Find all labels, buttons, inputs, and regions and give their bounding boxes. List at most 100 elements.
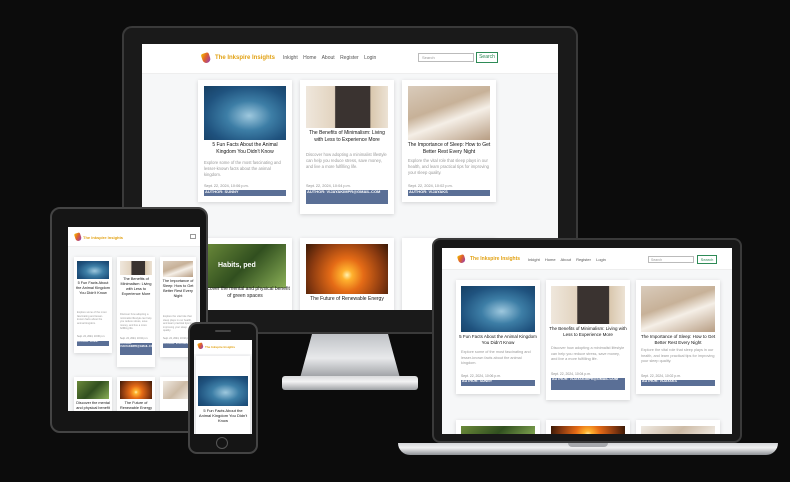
post-card[interactable]: 5 Fun Facts About the Animal Kingdom You…	[196, 356, 250, 434]
post-author[interactable]: AUTHOR: VIJAYAKS	[408, 190, 490, 196]
post-image	[461, 426, 535, 434]
phone-screen: The Inkspire Insights 5 Fun Facts About …	[194, 340, 252, 434]
post-date: Sept. 22, 2024, 10:06 p.m.	[461, 374, 501, 378]
post-title[interactable]: The Benefits of Minimalism: Living with …	[549, 326, 627, 344]
post-image	[641, 286, 715, 332]
post-card[interactable]: The Benefits of Minimalism: Living with …	[546, 280, 630, 400]
post-card[interactable]: 5 Fun Facts About the Animal Kingdom You…	[456, 280, 540, 394]
post-author[interactable]: AUTHOR: SUNNY	[461, 380, 535, 386]
post-card[interactable]: Habits, ped Discover the mental and phys…	[198, 238, 292, 310]
post-card[interactable]: The Future of Renewable Energy	[300, 238, 394, 310]
nav-link-login[interactable]: Login	[596, 257, 606, 262]
menu-toggle-icon[interactable]	[190, 234, 196, 239]
search-input[interactable]: Search	[648, 256, 694, 263]
post-excerpt: Explore some of the most fascinating and…	[77, 311, 107, 325]
post-title[interactable]: The Benefits of Minimalism: Living with …	[304, 130, 390, 150]
image-caption: Habits, ped	[218, 262, 256, 269]
post-author[interactable]: AUTHOR: VIJAYAKIMPR@GMAIL.COM	[306, 190, 388, 204]
post-title[interactable]: 5 Fun Facts About the Animal Kingdom You…	[197, 408, 249, 430]
post-title[interactable]: 5 Fun Facts About the Animal Kingdom You…	[459, 334, 537, 348]
logo-icon[interactable]	[73, 232, 83, 242]
post-title[interactable]: 5 Fun Facts About the Animal Kingdom You…	[75, 281, 111, 309]
nav-link-login[interactable]: Login	[364, 55, 376, 61]
post-image	[163, 261, 193, 277]
brand-name[interactable]: The Inkspire Insights	[470, 256, 520, 262]
post-title[interactable]: The Importance of Sleep: How to Get Bett…	[161, 279, 195, 313]
post-card[interactable]: The Benefits of Minimalism: Living with …	[300, 80, 394, 214]
nav-link-home[interactable]: Home	[303, 55, 316, 61]
post-title[interactable]: 5 Fun Facts About the Animal Kingdom You…	[202, 142, 288, 156]
tablet-screen: The Inkspire Insights 5 Fun Facts About …	[68, 227, 200, 411]
nav-link-about[interactable]: About	[322, 55, 335, 61]
post-date: Sept. 22, 2024, 10:06 p.m.	[77, 335, 106, 338]
brand-name[interactable]: The Inkspire Insights	[205, 345, 235, 349]
post-image	[204, 86, 286, 140]
brand-name[interactable]: The Inkspire Insights	[215, 55, 275, 61]
brand-name[interactable]: The Inkspire Insights	[83, 235, 123, 240]
post-author[interactable]: AUTHOR: VIJAYAKIMPR@GMAIL.COM	[551, 378, 625, 390]
post-date: Sept. 22, 2024, 10:02 p.m.	[641, 374, 681, 378]
post-date: Sept. 22, 2024, 10:02 p.m.	[408, 184, 453, 188]
post-image	[306, 244, 388, 294]
post-excerpt: Explore some of the most fascinating and…	[461, 350, 531, 365]
post-image: Habits, ped	[204, 244, 286, 288]
post-image	[306, 86, 388, 128]
logo-icon[interactable]	[197, 342, 204, 350]
post-image	[77, 261, 109, 279]
post-date: Sept. 22, 2024, 10:04 p.m.	[120, 337, 149, 340]
post-card[interactable]	[456, 420, 540, 434]
search-button[interactable]: Search	[697, 255, 717, 264]
post-excerpt: Discover how adopting a minimalist lifes…	[551, 346, 625, 361]
nav-link-inkight[interactable]: Inkight	[283, 55, 298, 61]
post-author[interactable]: AUTHOR: VIJAYAKS	[641, 380, 715, 386]
post-author[interactable]: AUTHOR: SUNNY	[77, 341, 109, 346]
post-date: Sept. 22, 2024, 10:02 p.m.	[163, 337, 192, 340]
laptop-notch	[568, 443, 608, 447]
post-image	[551, 426, 625, 434]
post-date: Sept. 22, 2024, 10:06 p.m.	[204, 184, 249, 188]
post-card[interactable]	[546, 420, 630, 434]
post-image	[461, 286, 535, 332]
post-title[interactable]: The Future of Renewable Energy	[118, 401, 154, 411]
navbar: The Inkspire Insights	[194, 340, 252, 354]
main-nav: Inkight Home About Register Login	[283, 55, 380, 61]
post-card[interactable]: The Future of Renewable Energy	[117, 377, 155, 411]
navbar: The Inkspire Insights Inkight Home About…	[142, 44, 558, 74]
post-card[interactable]: 5 Fun Facts About the Animal Kingdom You…	[74, 257, 112, 353]
post-card[interactable]: The Benefits of Minimalism: Living with …	[117, 257, 155, 367]
post-card[interactable]: The Importance of Sleep: How to Get Bett…	[636, 280, 720, 394]
logo-icon[interactable]	[456, 254, 467, 264]
nav-link-home[interactable]: Home	[545, 257, 556, 262]
phone-speaker	[215, 330, 231, 332]
main-nav: Inkight Home About Register Login	[528, 257, 610, 262]
post-title[interactable]: Discover the mental and physical benefit…	[200, 286, 290, 300]
search-button[interactable]: Search	[476, 52, 498, 63]
search-input[interactable]: Search	[418, 53, 474, 62]
post-title[interactable]: The Importance of Sleep: How to Get Bett…	[406, 142, 492, 156]
nav-link-about[interactable]: About	[560, 257, 570, 262]
post-title[interactable]: The Future of Renewable Energy	[304, 296, 390, 304]
logo-icon[interactable]	[200, 52, 212, 64]
post-author[interactable]: AUTHOR: SUNNY	[204, 190, 286, 196]
post-excerpt: Discover how adopting a minimalist lifes…	[120, 313, 152, 330]
post-image	[641, 426, 715, 434]
post-title[interactable]: The Importance of Sleep: How to Get Bett…	[639, 334, 717, 348]
post-image	[120, 261, 152, 275]
post-author[interactable]: AUTHOR: VIJAYAKIMPR@GMAIL.COM	[120, 343, 152, 355]
nav-link-inkight[interactable]: Inkight	[528, 257, 540, 262]
post-card[interactable]: Discover the mental and physical benefit…	[74, 377, 112, 411]
post-card[interactable]: The Importance of Sleep: How to Get Bett…	[402, 80, 496, 202]
post-card[interactable]: 5 Fun Facts About the Animal Kingdom You…	[198, 80, 292, 202]
post-excerpt: Explore the vital role that sleep plays …	[641, 348, 715, 363]
imac-stand	[300, 334, 400, 378]
nav-link-register[interactable]: Register	[340, 55, 359, 61]
post-title[interactable]: The Benefits of Minimalism: Living with …	[118, 277, 154, 311]
navbar: The Inkspire Insights	[68, 227, 200, 247]
nav-link-register[interactable]: Register	[576, 257, 591, 262]
phone-home-button[interactable]	[216, 437, 228, 449]
post-excerpt: Discover how adopting a minimalist lifes…	[306, 152, 387, 169]
post-card[interactable]	[636, 420, 720, 434]
post-image	[198, 376, 248, 406]
post-title[interactable]: Discover the mental and physical benefit…	[75, 401, 111, 411]
post-date: Sept. 22, 2024, 10:04 p.m.	[551, 372, 591, 376]
